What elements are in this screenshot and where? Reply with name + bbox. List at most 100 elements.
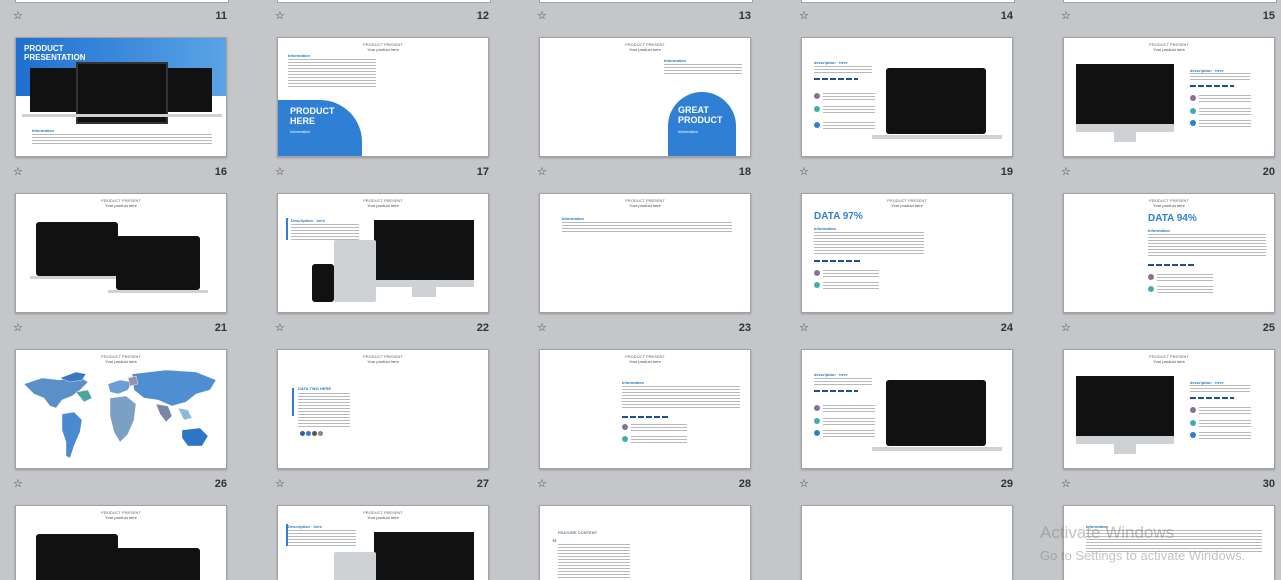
section-heading: FEATURE CONTENT bbox=[558, 530, 598, 535]
bullet-text bbox=[1199, 420, 1251, 427]
slide-number: 13 bbox=[738, 10, 751, 22]
laptop-right bbox=[166, 68, 212, 112]
twitter-icon[interactable] bbox=[306, 431, 311, 436]
slide-22-meta: ☆ 22 bbox=[275, 322, 489, 336]
slide-13-thumbnail-edge[interactable] bbox=[539, 0, 753, 3]
progress-bar bbox=[1190, 397, 1234, 399]
star-icon[interactable]: ☆ bbox=[275, 166, 285, 178]
slide-33-thumbnail[interactable]: FEATURE CONTENT “ bbox=[539, 505, 751, 580]
laptop-back-screen bbox=[36, 222, 118, 276]
body-text bbox=[814, 66, 872, 75]
star-icon[interactable]: ☆ bbox=[537, 322, 547, 334]
slide-19-meta: ☆ 19 bbox=[799, 166, 1013, 180]
badge-info: Information bbox=[678, 129, 699, 134]
body-text bbox=[288, 530, 356, 546]
check-circle-icon bbox=[1190, 432, 1196, 438]
bullet-text bbox=[631, 436, 687, 443]
body-text bbox=[622, 386, 740, 410]
badge-line-1: PRODUCT bbox=[290, 106, 335, 116]
slide-27-thumbnail[interactable]: PRODUCT PRESENT Your product here DATA TW… bbox=[277, 349, 489, 469]
monitor-chin bbox=[374, 280, 474, 287]
star-icon[interactable]: ☆ bbox=[275, 10, 285, 22]
slide-number: 16 bbox=[214, 166, 227, 178]
slide-11-thumbnail-edge[interactable] bbox=[15, 0, 229, 3]
star-icon[interactable]: ☆ bbox=[799, 10, 809, 22]
star-icon[interactable]: ☆ bbox=[537, 10, 547, 22]
slide-12-thumbnail-edge[interactable] bbox=[277, 0, 491, 3]
slide-20-thumbnail[interactable]: PRODUCT PRESENT Your product here descrip… bbox=[1063, 37, 1275, 157]
body-text bbox=[558, 544, 630, 580]
slide-30-meta: ☆ 30 bbox=[1061, 478, 1275, 492]
star-icon[interactable]: ☆ bbox=[1061, 166, 1071, 178]
check-circle-icon bbox=[814, 405, 820, 411]
bullet-text bbox=[1199, 432, 1251, 439]
header-subtitle: Your product here bbox=[367, 515, 399, 520]
data-percentage: DATA 97% bbox=[814, 211, 863, 222]
badge-title: PRODUCT HERE bbox=[290, 106, 335, 126]
star-icon[interactable]: ☆ bbox=[799, 166, 809, 178]
star-icon[interactable]: ☆ bbox=[13, 10, 23, 22]
star-icon[interactable]: ☆ bbox=[13, 322, 23, 334]
slide-number: 11 bbox=[215, 10, 227, 22]
description-heading: description · here bbox=[814, 60, 848, 65]
monitor-stand bbox=[1114, 444, 1136, 454]
bullet-text bbox=[1199, 120, 1251, 127]
slide-30-thumbnail[interactable]: PRODUCT PRESENT Your product here descrip… bbox=[1063, 349, 1275, 469]
accent-rule bbox=[292, 388, 294, 416]
slide-32-thumbnail[interactable]: PRODUCT PRESENT Your product here Descrip… bbox=[277, 505, 489, 580]
slide-number: 24 bbox=[1000, 322, 1013, 334]
header-subtitle: Your product here bbox=[1153, 47, 1185, 52]
slide-22-thumbnail[interactable]: PRODUCT PRESENT Your product here Descrip… bbox=[277, 193, 489, 313]
star-icon[interactable]: ☆ bbox=[1061, 322, 1071, 334]
share-icon[interactable] bbox=[312, 431, 317, 436]
slide-21-thumbnail[interactable]: PRODUCT PRESENT Your product here bbox=[15, 193, 227, 313]
facebook-icon[interactable] bbox=[300, 431, 305, 436]
bullet-text bbox=[823, 282, 879, 289]
slide-24-thumbnail[interactable]: PRODUCT PRESENT Your product here DATA 97… bbox=[801, 193, 1013, 313]
star-icon[interactable]: ☆ bbox=[799, 322, 809, 334]
slide-34-thumbnail[interactable] bbox=[801, 505, 1013, 580]
laptop-base bbox=[872, 135, 1002, 139]
laptop-front-screen bbox=[116, 236, 200, 290]
slide-29-meta: ☆ 29 bbox=[799, 478, 1013, 492]
slide-18-thumbnail[interactable]: PRODUCT PRESENT Your product here Informa… bbox=[539, 37, 751, 157]
thumb-header: PRODUCT PRESENT Your product here bbox=[1064, 198, 1274, 208]
laptop-base bbox=[22, 114, 222, 117]
slide-28-thumbnail[interactable]: PRODUCT PRESENT Your product here Informa… bbox=[539, 349, 751, 469]
check-circle-icon bbox=[814, 270, 820, 276]
star-icon[interactable]: ☆ bbox=[799, 478, 809, 490]
description-heading: description · here bbox=[814, 372, 848, 377]
slide-29-thumbnail[interactable]: description · here bbox=[801, 349, 1013, 469]
slide-25-thumbnail[interactable]: PRODUCT PRESENT Your product here DATA 94… bbox=[1063, 193, 1275, 313]
header-subtitle: Your product here bbox=[367, 47, 399, 52]
check-circle-icon bbox=[814, 122, 820, 128]
star-icon[interactable]: ☆ bbox=[275, 322, 285, 334]
body-text bbox=[664, 64, 742, 76]
link-icon[interactable] bbox=[318, 431, 323, 436]
quote-mark: “ bbox=[552, 538, 557, 549]
slide-26-thumbnail[interactable]: PRODUCT PRESENT Your product here bbox=[15, 349, 227, 469]
slide-15-thumbnail-edge[interactable] bbox=[1063, 0, 1277, 3]
header-subtitle: Your product here bbox=[367, 359, 399, 364]
slide-31-thumbnail[interactable]: PRODUCT PRESENT Your product here bbox=[15, 505, 227, 580]
star-icon[interactable]: ☆ bbox=[1061, 478, 1071, 490]
bullet-text bbox=[1157, 286, 1213, 293]
progress-bar bbox=[814, 78, 858, 80]
slide-24-meta: ☆ 24 bbox=[799, 322, 1013, 336]
slide-19-thumbnail[interactable]: description · here bbox=[801, 37, 1013, 157]
star-icon[interactable]: ☆ bbox=[1061, 10, 1071, 22]
slide-17-thumbnail[interactable]: PRODUCT PRESENT Your product here Informa… bbox=[277, 37, 489, 157]
slide-16-thumbnail[interactable]: PRODUCT PRESENTATION Information bbox=[15, 37, 227, 157]
check-circle-icon bbox=[1190, 120, 1196, 126]
slide-23-thumbnail[interactable]: PRODUCT PRESENT Your product here Informa… bbox=[539, 193, 751, 313]
star-icon[interactable]: ☆ bbox=[537, 478, 547, 490]
info-heading: Information bbox=[32, 128, 54, 133]
laptop-back-screen bbox=[36, 534, 118, 580]
slide-14-thumbnail-edge[interactable] bbox=[801, 0, 1015, 3]
badge-title: GREAT PRODUCT bbox=[678, 105, 723, 125]
star-icon[interactable]: ☆ bbox=[275, 478, 285, 490]
progress-bar bbox=[1190, 85, 1234, 87]
star-icon[interactable]: ☆ bbox=[537, 166, 547, 178]
star-icon[interactable]: ☆ bbox=[13, 166, 23, 178]
star-icon[interactable]: ☆ bbox=[13, 478, 23, 490]
